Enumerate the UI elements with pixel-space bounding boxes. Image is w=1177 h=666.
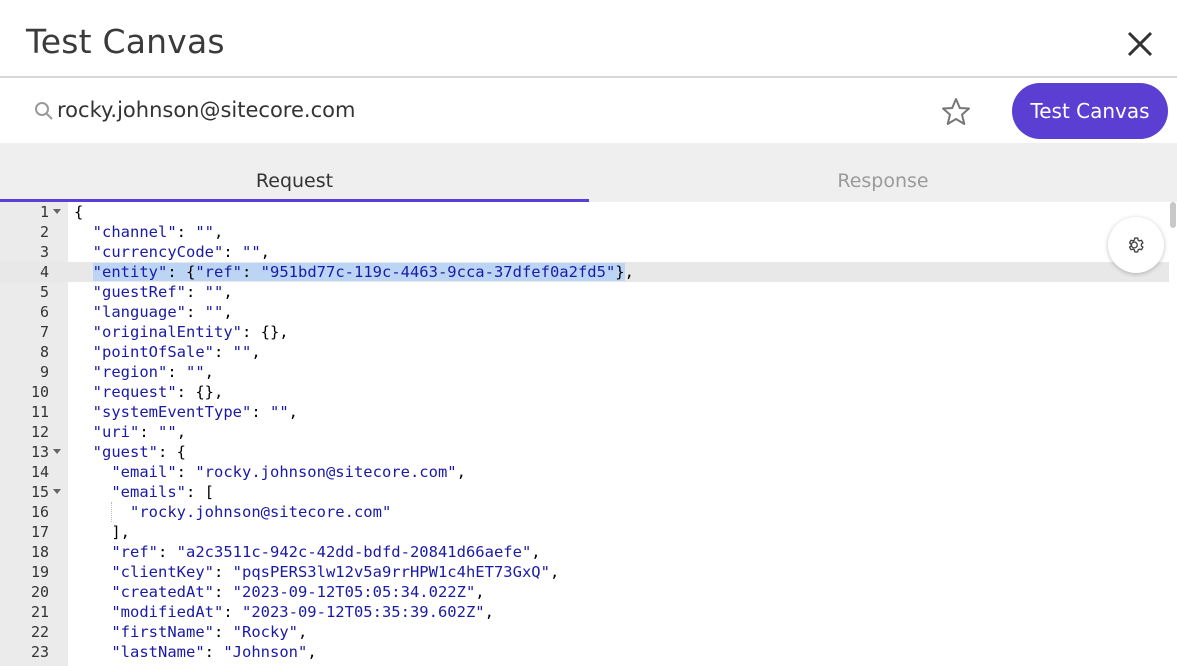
line-number: 14: [30, 463, 49, 481]
code-line[interactable]: 18 "ref": "a2c3511c-942c-42dd-bdfd-20841…: [0, 542, 1169, 562]
code-text: "currencyCode": "",: [92, 243, 271, 261]
code-line[interactable]: 21 "modifiedAt": "2023-09-12T05:35:39.60…: [0, 602, 1169, 622]
code-text: "guestRef": "",: [92, 283, 233, 301]
search-icon: [34, 101, 54, 121]
code-line[interactable]: 17 ],: [0, 522, 1169, 542]
code-line[interactable]: 16 "rocky.johnson@sitecore.com": [0, 502, 1169, 522]
code-text: "originalEntity": {},: [92, 323, 289, 341]
indent-guide: [111, 502, 112, 522]
line-number: 17: [30, 523, 49, 541]
code-text: "modifiedAt": "2023-09-12T05:35:39.602Z"…: [111, 603, 494, 621]
code-line[interactable]: 20 "createdAt": "2023-09-12T05:05:34.022…: [0, 582, 1169, 602]
line-number: 23: [30, 643, 49, 661]
code-line[interactable]: 6 "language": "",: [0, 302, 1169, 322]
code-text: "rocky.johnson@sitecore.com": [130, 503, 392, 521]
code-line[interactable]: 19 "clientKey": "pqsPERS3lw12v5a9rrHPW1c…: [0, 562, 1169, 582]
code-line[interactable]: 5 "guestRef": "",: [0, 282, 1169, 302]
code-text: "uri": "",: [92, 423, 187, 441]
code-line[interactable]: 2 "channel": "",: [0, 222, 1169, 242]
code-text: "language": "",: [92, 303, 233, 321]
code-line[interactable]: 15 "emails": [: [0, 482, 1169, 502]
code-line[interactable]: 1{: [0, 202, 1169, 222]
fold-arrow-icon[interactable]: [53, 449, 61, 454]
line-number: 16: [30, 503, 49, 521]
code-line[interactable]: 9 "region": "",: [0, 362, 1169, 382]
code-text: "guest": {: [92, 443, 186, 461]
line-number: 21: [30, 603, 49, 621]
code-text: "ref": "a2c3511c-942c-42dd-bdfd-20841d66…: [111, 543, 541, 561]
dialog-title: Test Canvas: [26, 22, 225, 61]
code-text: "email": "rocky.johnson@sitecore.com",: [111, 463, 466, 481]
code-text: "request": {},: [92, 383, 224, 401]
code-line[interactable]: 4 "entity": {"ref": "951bd77c-119c-4463-…: [0, 262, 1169, 282]
line-number: 6: [39, 303, 49, 321]
code-text: {: [74, 203, 84, 221]
line-number: 18: [30, 543, 49, 561]
code-text: "emails": [: [111, 483, 214, 501]
line-number: 5: [39, 283, 49, 301]
code-line[interactable]: 7 "originalEntity": {},: [0, 322, 1169, 342]
fold-arrow-icon[interactable]: [53, 209, 61, 214]
code-editor[interactable]: 1{2 "channel": "", 3 "currencyCode": "", 4…: [0, 202, 1177, 666]
code-line[interactable]: 14 "email": "rocky.johnson@sitecore.com"…: [0, 462, 1169, 482]
code-line[interactable]: 11 "systemEventType": "",: [0, 402, 1169, 422]
test-canvas-button[interactable]: Test Canvas: [1012, 83, 1168, 139]
code-line[interactable]: 22 "firstName": "Rocky",: [0, 622, 1169, 642]
line-number: 22: [30, 623, 49, 641]
line-number: 3: [39, 243, 49, 261]
code-line[interactable]: 3 "currencyCode": "",: [0, 242, 1169, 262]
code-line[interactable]: 13 "guest": {: [0, 442, 1169, 462]
code-line[interactable]: 10 "request": {},: [0, 382, 1169, 402]
code-lines: 1{2 "channel": "", 3 "currencyCode": "", 4…: [0, 202, 1169, 662]
code-text: "pointOfSale": "",: [92, 343, 261, 361]
line-number: 1: [39, 203, 49, 221]
line-number: 10: [30, 383, 49, 401]
editor-scrollbar[interactable]: [1169, 202, 1177, 666]
code-text: "firstName": "Rocky",: [111, 623, 308, 641]
code-text: "systemEventType": "",: [92, 403, 298, 421]
fold-arrow-icon[interactable]: [53, 489, 61, 494]
line-number: 8: [39, 343, 49, 361]
code-line[interactable]: 8 "pointOfSale": "",: [0, 342, 1169, 362]
tab-response[interactable]: Response: [589, 143, 1177, 202]
line-number: 2: [39, 223, 49, 241]
line-number: 7: [39, 323, 49, 341]
tab-bar: Request Response: [0, 143, 1177, 202]
code-text: ],: [74, 523, 130, 541]
code-text: "entity": {"ref": "951bd77c-119c-4463-9c…: [92, 263, 634, 281]
line-number: 4: [39, 263, 49, 281]
code-text: "channel": "",: [92, 223, 224, 241]
line-number: 20: [30, 583, 49, 601]
code-text: "lastName": "Johnson",: [111, 643, 317, 661]
code-line[interactable]: 12 "uri": "",: [0, 422, 1169, 442]
line-number: 13: [30, 443, 49, 461]
code-line[interactable]: 23 "lastName": "Johnson",: [0, 642, 1169, 662]
gear-icon[interactable]: [1108, 217, 1164, 273]
close-icon[interactable]: [1122, 26, 1158, 62]
line-number: 12: [30, 423, 49, 441]
line-number: 11: [30, 403, 49, 421]
scrollbar-thumb[interactable]: [1170, 202, 1176, 228]
code-text: "createdAt": "2023-09-12T05:05:34.022Z",: [111, 583, 485, 601]
line-number: 15: [30, 483, 49, 501]
code-text: "region": "",: [92, 363, 215, 381]
dialog-header: Test Canvas: [0, 0, 1177, 78]
line-number: 19: [30, 563, 49, 581]
search-bar: Test Canvas: [0, 79, 1177, 143]
tab-request[interactable]: Request: [0, 143, 589, 202]
line-number: 9: [39, 363, 49, 381]
code-text: "clientKey": "pqsPERS3lw12v5a9rrHPW1c4hE…: [111, 563, 560, 581]
search-input[interactable]: [57, 95, 917, 125]
star-icon[interactable]: [940, 96, 972, 128]
